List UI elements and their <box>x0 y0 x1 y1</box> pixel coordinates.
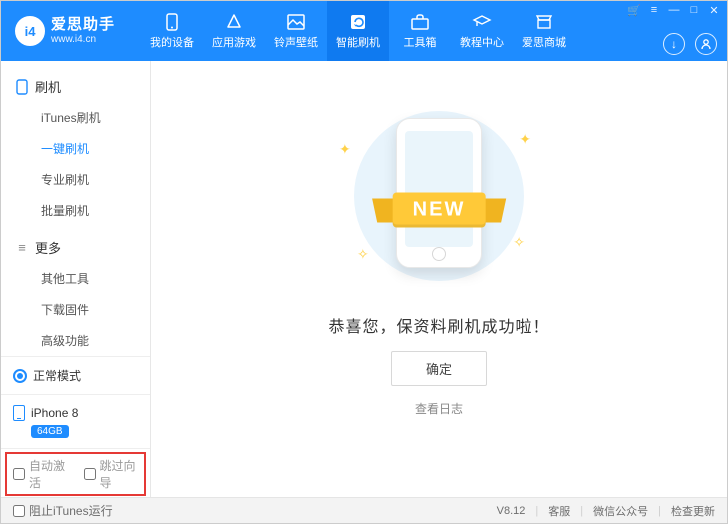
window-controls: 🛒 ≡ — □ ✕ <box>627 3 721 17</box>
nav-ringtones[interactable]: 铃声壁纸 <box>265 1 327 61</box>
nav-label: 应用游戏 <box>212 34 256 50</box>
sidebar: 刷机 iTunes刷机 一键刷机 专业刷机 批量刷机 ≡ 更多 其他工具 下载固… <box>1 61 151 497</box>
maximize-icon[interactable]: □ <box>687 3 701 17</box>
phone-icon <box>15 80 29 94</box>
block-itunes-checkbox[interactable]: 阻止iTunes运行 <box>13 502 113 519</box>
user-icon[interactable] <box>695 33 717 55</box>
sidebar-group-flash[interactable]: 刷机 <box>1 71 150 102</box>
storage-badge: 64GB <box>31 425 69 438</box>
mode-indicator[interactable]: 正常模式 <box>13 367 138 384</box>
phone-icon <box>162 13 182 31</box>
toolbox-icon <box>410 13 430 31</box>
group-title: 刷机 <box>35 77 61 96</box>
image-icon <box>286 13 306 31</box>
nav-apps[interactable]: 应用游戏 <box>203 1 265 61</box>
update-link[interactable]: 检查更新 <box>671 503 715 519</box>
store-icon <box>534 13 554 31</box>
view-log-link[interactable]: 查看日志 <box>415 400 463 417</box>
menu-icon[interactable]: ≡ <box>647 3 661 17</box>
checkbox-label: 自动激活 <box>29 457 68 491</box>
sidebar-group-more[interactable]: ≡ 更多 <box>1 232 150 263</box>
sidebar-item-advanced[interactable]: 高级功能 <box>1 325 150 356</box>
device-name: iPhone 8 <box>31 406 78 420</box>
checkbox-input[interactable] <box>13 468 25 480</box>
graduation-icon <box>472 13 492 31</box>
nav-flash[interactable]: 智能刷机 <box>327 1 389 61</box>
nav-label: 我的设备 <box>150 34 194 50</box>
skip-guide-checkbox[interactable]: 跳过向导 <box>84 457 139 491</box>
sidebar-item-other-tools[interactable]: 其他工具 <box>1 263 150 294</box>
nav-label: 工具箱 <box>404 34 437 50</box>
nav-toolbox[interactable]: 工具箱 <box>389 1 451 61</box>
nav-label: 铃声壁纸 <box>274 34 318 50</box>
nav-label: 教程中心 <box>460 34 504 50</box>
auto-activate-checkbox[interactable]: 自动激活 <box>13 457 68 491</box>
apps-icon <box>224 13 244 31</box>
sidebar-item-batch-flash[interactable]: 批量刷机 <box>1 195 150 226</box>
checkbox-input[interactable] <box>13 505 25 517</box>
checkbox-label: 阻止iTunes运行 <box>29 502 113 519</box>
nav-tutorials[interactable]: 教程中心 <box>451 1 513 61</box>
nav-label: 智能刷机 <box>336 34 380 50</box>
sidebar-item-itunes-flash[interactable]: iTunes刷机 <box>1 102 150 133</box>
version-label: V8.12 <box>497 505 526 517</box>
sidebar-item-oneclick-flash[interactable]: 一键刷机 <box>1 133 150 164</box>
status-dot-icon <box>13 369 27 383</box>
ribbon-text: NEW <box>393 193 486 228</box>
brand-logo: i4 <box>15 16 45 46</box>
menu-icon: ≡ <box>15 241 29 255</box>
mode-block: 正常模式 <box>1 356 150 394</box>
device-block: iPhone 8 64GB <box>1 394 150 448</box>
brand-title: 爱思助手 <box>51 16 115 34</box>
nav-store[interactable]: 爱思商城 <box>513 1 575 61</box>
checkbox-input[interactable] <box>84 468 96 480</box>
support-link[interactable]: 客服 <box>548 503 570 519</box>
status-bar: 阻止iTunes运行 V8.12 | 客服 | 微信公众号 | 检查更新 <box>1 497 727 523</box>
close-icon[interactable]: ✕ <box>707 3 721 17</box>
nav-my-device[interactable]: 我的设备 <box>141 1 203 61</box>
device-indicator[interactable]: iPhone 8 <box>13 405 138 421</box>
checkbox-label: 跳过向导 <box>100 457 139 491</box>
sidebar-item-pro-flash[interactable]: 专业刷机 <box>1 164 150 195</box>
download-icon[interactable]: ↓ <box>663 33 685 55</box>
top-bar: i4 爱思助手 www.i4.cn 我的设备 应用游戏 铃声壁纸 智能刷机 <box>1 1 727 61</box>
flash-icon <box>348 13 368 31</box>
success-message: 恭喜您，保资料刷机成功啦！ <box>328 313 549 337</box>
phone-icon <box>13 405 25 421</box>
ok-button[interactable]: 确定 <box>391 351 487 386</box>
cart-icon[interactable]: 🛒 <box>627 3 641 17</box>
sidebar-item-download-firmware[interactable]: 下载固件 <box>1 294 150 325</box>
mode-label: 正常模式 <box>33 367 81 384</box>
nav-label: 爱思商城 <box>522 34 566 50</box>
brand-subtitle: www.i4.cn <box>51 34 115 46</box>
group-title: 更多 <box>35 238 61 257</box>
bottom-options: 自动激活 跳过向导 <box>1 448 150 497</box>
main-panel: ✦✦✧✧ NEW 恭喜您，保资料刷机成功啦！ 确定 查看日志 <box>151 61 727 497</box>
brand: i4 爱思助手 www.i4.cn <box>1 1 141 61</box>
wechat-link[interactable]: 微信公众号 <box>593 503 648 519</box>
minimize-icon[interactable]: — <box>667 3 681 17</box>
success-illustration: ✦✦✧✧ NEW <box>319 101 559 291</box>
